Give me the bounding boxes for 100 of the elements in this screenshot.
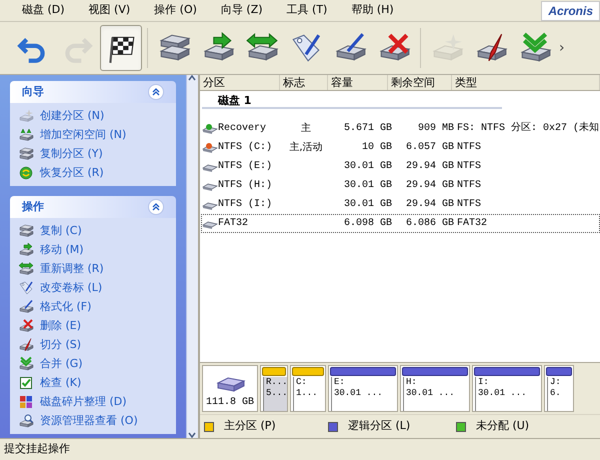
table-cell-text: 30.01 GB — [342, 179, 392, 193]
partition-label: C: — [296, 377, 308, 388]
partition-tile[interactable]: C: 1... — [290, 365, 326, 412]
column-header[interactable]: 分区 — [200, 75, 280, 90]
partition-bar — [330, 367, 396, 376]
partition-row[interactable]: NTFS (H:) 30.01 GB 29.94 GB NTFS — [200, 176, 600, 195]
task-link[interactable]: 复制分区 (Y) — [40, 146, 103, 162]
disk-size: 111.8 GB — [206, 396, 254, 410]
disk-group-header: 磁盘 1 — [202, 93, 502, 109]
task-link[interactable]: 磁盘碎片整理 (D) — [40, 394, 127, 410]
menu-item[interactable]: 磁盘 (D) — [10, 0, 77, 20]
table-cell-text: NTFS (I:) — [218, 198, 273, 212]
table-cell-text: 5.671 GB — [342, 122, 392, 136]
column-header[interactable]: 容量 — [328, 75, 388, 90]
table-cell-text: NTFS — [456, 141, 482, 155]
task-link[interactable]: 创建分区 (N) — [40, 108, 104, 124]
drives-icon — [18, 146, 34, 162]
task-link[interactable]: 检查 (K) — [40, 374, 82, 392]
partition-label: J: — [550, 377, 562, 388]
partition-label: H: — [406, 377, 418, 388]
table-cell-text: 主 — [300, 122, 312, 136]
menu-item[interactable]: 视图 (V) — [76, 0, 142, 20]
scrollbar[interactable] — [186, 75, 198, 438]
collapse-button[interactable] — [148, 84, 164, 100]
table-cell-text: 主,活动 — [288, 140, 324, 155]
legend-label: 逻辑分区 (L) — [348, 418, 410, 434]
partition-row[interactable]: Recovery 主 5.671 GB 909 MB FS: NTFS 分区: 0x27 (未知 — [200, 119, 600, 138]
drive-knife-icon — [18, 337, 34, 353]
partition-row[interactable]: NTFS (C:) 主,活动 10 GB 6.057 GB NTFS — [200, 138, 600, 157]
table-cell-text: 6.086 GB — [404, 217, 454, 231]
task-link[interactable]: 复制 (C) — [40, 222, 82, 240]
task-link[interactable]: 移动 (M) — [40, 242, 84, 258]
table-cell-text: NTFS (C:) — [218, 140, 273, 155]
partition-label: R... — [266, 377, 287, 388]
drive-arrow-icon — [18, 242, 34, 258]
table-cell-text: NTFS — [456, 160, 482, 174]
more-button[interactable]: › — [558, 38, 566, 58]
partition-bar — [292, 367, 324, 376]
table-cell-text: 6.057 GB — [404, 141, 454, 155]
menu-item[interactable]: 帮助 (H) — [339, 0, 406, 20]
table-cell-text: 30.01 GB — [342, 160, 392, 174]
partition-row[interactable]: FAT32 6.098 GB 6.086 GB FAT32 — [200, 214, 600, 233]
double-chevron-up-icon — [152, 88, 160, 96]
task-link[interactable]: 改变卷标 (L) — [40, 280, 102, 296]
double-chevron-up-icon — [152, 203, 160, 211]
scroll-down-icon[interactable] — [188, 432, 196, 438]
task-link[interactable]: 格式化 (F) — [40, 298, 92, 316]
column-header[interactable]: 剩余空间 — [388, 75, 452, 90]
menu-item[interactable]: 工具 (T) — [274, 0, 340, 20]
task-link[interactable]: 增加空闲空间 (N) — [40, 126, 126, 144]
partition-label: 6. — [550, 388, 562, 399]
colored-blocks-icon — [18, 394, 34, 410]
drive-badge-icon — [202, 122, 218, 134]
table-cell-text: NTFS (E:) — [218, 160, 273, 174]
menu-item[interactable]: 操作 (O) — [142, 0, 209, 20]
partition-tile[interactable]: H: 30.01 ... — [400, 365, 470, 412]
magnifier-icon — [18, 413, 34, 429]
partition-label: 1... — [296, 388, 319, 399]
drive-spark-icon — [18, 108, 34, 124]
partition-label: E: — [334, 377, 346, 388]
disk-tile[interactable]: 111.8 GB — [202, 365, 258, 412]
drive-arrows-icon — [18, 127, 34, 143]
partition-tile[interactable]: E: 30.01 ... — [328, 365, 398, 412]
table-cell-text: NTFS — [456, 179, 482, 193]
panel-title: 向导 — [22, 84, 44, 100]
task-link[interactable]: 合并 (G) — [40, 356, 83, 372]
table-cell-text: Recovery — [218, 122, 267, 136]
column-header[interactable]: 类型 — [452, 75, 600, 90]
partition-tile[interactable]: I: 30.01 ... — [472, 365, 542, 412]
partition-row[interactable]: NTFS (E:) 30.01 GB 29.94 GB NTFS — [200, 157, 600, 176]
partition-tile[interactable]: J: 6. — [544, 365, 574, 412]
task-link[interactable]: 恢复分区 (R) — [40, 164, 104, 182]
table-cell-text: 29.94 GB — [404, 160, 454, 174]
table-cell-text: NTFS — [456, 198, 482, 212]
table-cell-text: 6.098 GB — [342, 217, 392, 231]
menu-item[interactable]: 向导 (Z) — [208, 0, 275, 20]
table-cell-text: 909 MB — [416, 122, 454, 136]
collapse-button[interactable] — [148, 199, 164, 215]
drive-resize-icon — [18, 261, 34, 277]
table-cell-text: FS: NTFS 分区: 0x27 (未知 — [456, 121, 599, 136]
task-link[interactable]: 切分 (S) — [40, 336, 82, 354]
table-cell-text: FAT32 — [456, 217, 488, 231]
toolbar-button[interactable] — [100, 25, 142, 71]
task-link[interactable]: 删除 (E) — [40, 318, 82, 334]
task-link[interactable]: 资源管理器查看 (O) — [40, 412, 138, 430]
partition-bar — [474, 367, 540, 376]
task-link[interactable]: 重新调整 (R) — [40, 260, 104, 278]
drive-badge-icon — [202, 142, 218, 154]
table-cell-text: 29.94 GB — [404, 179, 454, 193]
table-cell-text: 29.94 GB — [404, 198, 454, 212]
partition-bar — [546, 367, 572, 376]
checkbox-icon — [18, 375, 34, 391]
delete-icon — [18, 318, 34, 334]
partition-label: 30.01 ... — [406, 388, 456, 399]
column-header[interactable]: 标志 — [280, 75, 328, 90]
table-cell-text: FAT32 — [218, 217, 249, 231]
partition-tile[interactable]: R... 5... — [260, 365, 288, 412]
scroll-up-icon[interactable] — [188, 75, 196, 81]
partition-bar — [402, 367, 468, 376]
partition-row[interactable]: NTFS (I:) 30.01 GB 29.94 GB NTFS — [200, 195, 600, 214]
